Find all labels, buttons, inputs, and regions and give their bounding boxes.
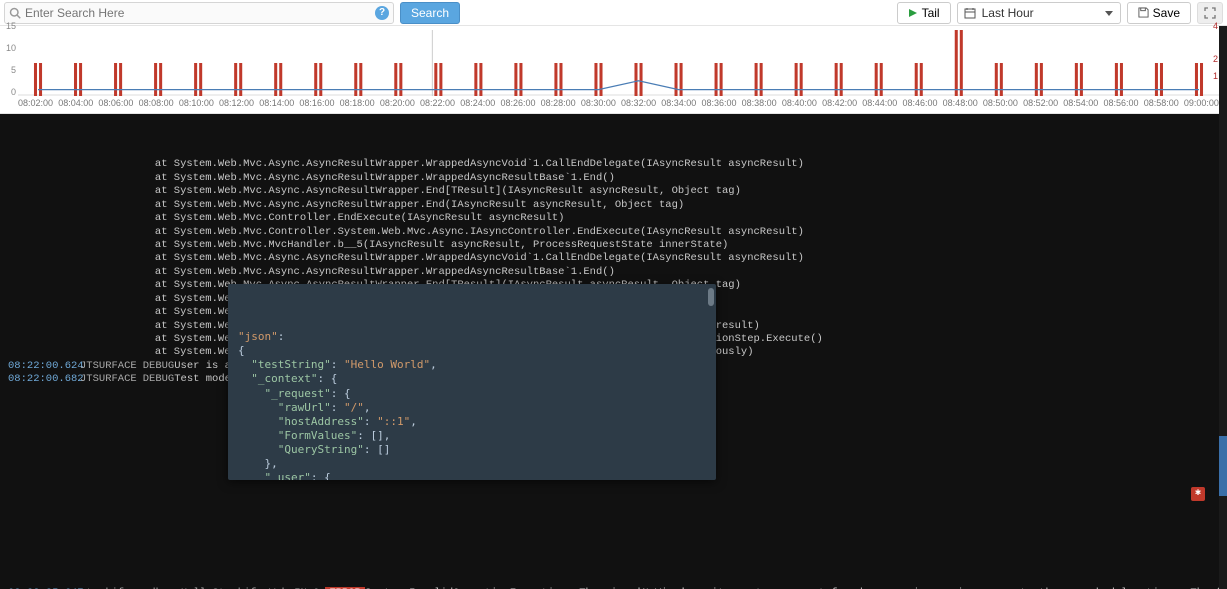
log-level: DEBUG <box>143 373 175 386</box>
tail-label: Tail <box>922 6 940 20</box>
stack-frame: at System.Web.Mvc.Controller.System.Web.… <box>8 226 1227 239</box>
log-source: JTSURFACE <box>80 360 143 373</box>
stack-frame: at System.Web.Mvc.Async.AsyncResultWrapp… <box>8 266 1227 279</box>
json-preview-popup[interactable]: "json":{ "testString": "Hello World", "_… <box>228 284 716 480</box>
stack-frame: at System.Web.Mvc.Async.AsyncResultWrapp… <box>8 252 1227 265</box>
tail-button[interactable]: Tail <box>897 2 951 24</box>
json-line: "FormValues": [], <box>238 429 706 443</box>
search-icon <box>9 7 21 19</box>
chevron-down-icon <box>1104 8 1114 18</box>
stack-frame: at System.Web.Mvc.Async.AsyncResultWrapp… <box>8 185 1227 198</box>
json-line: }, <box>238 457 706 471</box>
stack-frame: at System.Web.Mvc.Controller.EndExecute(… <box>8 212 1227 225</box>
log-scrollbar[interactable] <box>1219 26 1227 589</box>
stack-frame: at System.Web.Mvc.Async.AsyncResultWrapp… <box>8 199 1227 212</box>
save-button[interactable]: Save <box>1127 2 1191 24</box>
log-source: JTSURFACE <box>80 373 143 386</box>
search-box[interactable]: ? <box>4 2 394 24</box>
json-line: "testString": "Hello World", <box>238 358 706 372</box>
calendar-icon <box>964 7 976 19</box>
y-axis-left: 051015 <box>2 26 16 92</box>
time-range-select[interactable]: Last Hour <box>957 2 1121 24</box>
json-line: "json": <box>238 330 706 344</box>
json-line: "QueryString": [] <box>238 443 706 457</box>
json-line: "_context": { <box>238 372 706 386</box>
help-icon[interactable]: ? <box>375 6 389 20</box>
search-button[interactable]: Search <box>400 2 460 24</box>
x-axis: 08:02:0008:04:0008:06:0008:08:0008:10:00… <box>18 96 1219 108</box>
log-viewer[interactable]: at System.Web.Mvc.Async.AsyncResultWrapp… <box>0 114 1227 589</box>
stack-frame: at System.Web.Mvc.MvcHandler.b__5(IAsync… <box>8 239 1227 252</box>
toolbar: ? Search Tail Last Hour Save <box>0 0 1227 26</box>
save-label: Save <box>1153 6 1180 20</box>
json-line: "hostAddress": "::1", <box>238 415 706 429</box>
time-range-label: Last Hour <box>982 6 1034 20</box>
chart-canvas <box>18 30 1219 96</box>
expand-icon <box>1204 7 1216 19</box>
timeline-chart[interactable]: 051015 124 08:02:0008:04:0008:06:0008:08… <box>0 26 1227 114</box>
play-icon <box>908 8 918 18</box>
log-timestamp: 08:22:00.624 <box>8 360 80 373</box>
stack-frame: at System.Web.Mvc.Async.AsyncResultWrapp… <box>8 172 1227 185</box>
json-line: "_user": { <box>238 471 706 480</box>
json-line: "_request": { <box>238 387 706 401</box>
log-level: DEBUG <box>143 360 175 373</box>
log-scrollbar-thumb[interactable] <box>1219 436 1227 496</box>
fullscreen-button[interactable] <box>1197 2 1223 24</box>
popup-scrollbar-thumb[interactable] <box>708 288 714 306</box>
save-icon <box>1138 7 1149 18</box>
stack-frame: at System.Web.Mvc.Async.AsyncResultWrapp… <box>8 158 1227 171</box>
log-timestamp: 08:22:00.682 <box>8 373 80 386</box>
search-input[interactable] <box>21 6 375 20</box>
json-line: "rawUrl": "/", <box>238 401 706 415</box>
error-badge-icon[interactable] <box>1191 487 1205 501</box>
json-line: { <box>238 344 706 358</box>
